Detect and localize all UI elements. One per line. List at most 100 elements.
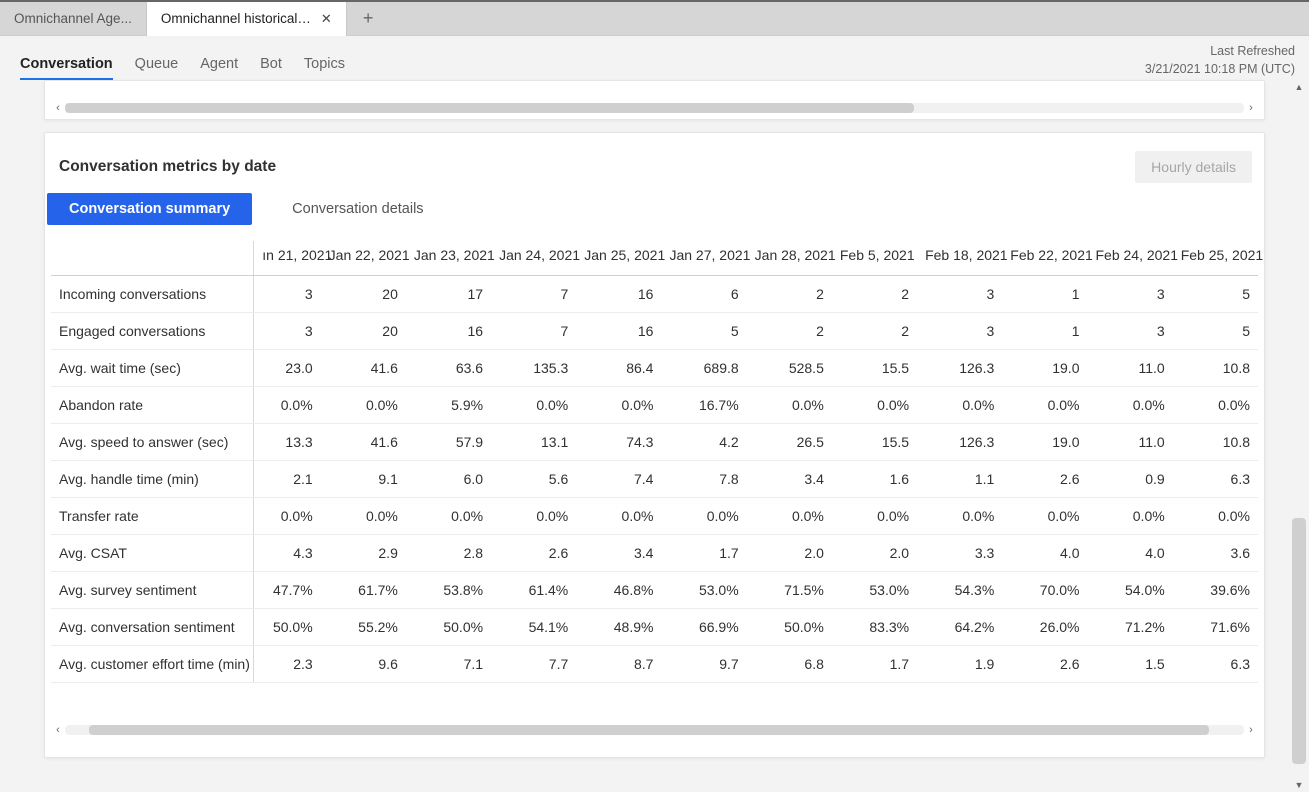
metric-value-cell: 0.0%: [321, 498, 406, 535]
upper-scroll-thumb[interactable]: [65, 103, 914, 113]
metric-value-cell: 3: [917, 276, 1002, 313]
metric-value-cell: 13.3: [254, 424, 321, 461]
metric-value-cell: 2.6: [1002, 646, 1087, 683]
subtab-bot[interactable]: Bot: [260, 50, 282, 80]
page-vscrollbar[interactable]: ▲ ▼: [1291, 80, 1307, 792]
metric-value-cell: 0.0%: [491, 498, 576, 535]
tab-omnichannel-historical[interactable]: Omnichannel historical an... ✕: [147, 2, 347, 36]
report-subbar: Conversation Queue Agent Bot Topics Last…: [0, 36, 1309, 80]
metric-value-cell: 1.5: [1087, 646, 1172, 683]
subtab-conversation[interactable]: Conversation: [20, 50, 113, 80]
metric-value-cell: 3: [1087, 313, 1172, 350]
metric-value-cell: 0.0%: [254, 387, 321, 424]
date-col-header: Feb 22, 2021: [1002, 241, 1087, 276]
metric-value-cell: 71.6%: [1173, 609, 1258, 646]
metric-value-cell: 0.0%: [1087, 498, 1172, 535]
metric-value-cell: 11.0: [1087, 424, 1172, 461]
date-col-header: Jan 23, 2021: [406, 241, 491, 276]
metric-value-cell: 3.4: [576, 535, 661, 572]
metric-value-cell: 5: [1173, 276, 1258, 313]
table-row: Transfer rate0.0%0.0%0.0%0.0%0.0%0.0%0.0…: [51, 498, 1258, 535]
hourly-details-button[interactable]: Hourly details: [1135, 151, 1252, 183]
scroll-right-icon[interactable]: ›: [1244, 102, 1258, 114]
table-scroll-track[interactable]: [65, 725, 1244, 735]
metric-value-cell: 2.1: [254, 461, 321, 498]
metric-value-cell: 0.0%: [917, 498, 1002, 535]
metric-value-cell: 39.6%: [1173, 572, 1258, 609]
metric-value-cell: 2: [747, 313, 832, 350]
date-col-header: Jan 22, 2021: [321, 241, 406, 276]
metric-value-cell: 2.0: [747, 535, 832, 572]
table-scroll-thumb[interactable]: [89, 725, 1209, 735]
table-row: Avg. CSAT4.32.92.82.63.41.72.02.03.34.04…: [51, 535, 1258, 572]
scroll-up-icon[interactable]: ▲: [1295, 80, 1304, 94]
metric-value-cell: 13.1: [491, 424, 576, 461]
metric-value-cell: 16: [576, 276, 661, 313]
metric-value-cell: 53.0%: [832, 572, 917, 609]
date-col-header: Jan 24, 2021: [491, 241, 576, 276]
metric-value-cell: 3: [254, 276, 321, 313]
metric-value-cell: 47.7%: [254, 572, 321, 609]
segment-conversation-summary[interactable]: Conversation summary: [47, 193, 252, 225]
subtab-agent[interactable]: Agent: [200, 50, 238, 80]
metric-value-cell: 0.0%: [576, 498, 661, 535]
date-col-header: Feb 5, 2021: [832, 241, 917, 276]
subtab-topics[interactable]: Topics: [304, 50, 345, 80]
metric-value-cell: 7.4: [576, 461, 661, 498]
scroll-left-icon[interactable]: ‹: [51, 724, 65, 736]
upper-scroll-track[interactable]: [65, 103, 1244, 113]
table-row: Avg. speed to answer (sec)13.341.657.913…: [51, 424, 1258, 461]
metric-value-cell: 26.5: [747, 424, 832, 461]
metric-value-cell: 61.4%: [491, 572, 576, 609]
vscroll-track[interactable]: [1292, 94, 1306, 778]
metric-value-cell: 10.8: [1173, 350, 1258, 387]
scroll-right-icon[interactable]: ›: [1244, 724, 1258, 736]
metric-value-cell: 6.3: [1173, 461, 1258, 498]
scroll-left-icon[interactable]: ‹: [51, 102, 65, 114]
table-row: Abandon rate0.0%0.0%5.9%0.0%0.0%16.7%0.0…: [51, 387, 1258, 424]
date-col-header: Jan 27, 2021: [661, 241, 746, 276]
metric-value-cell: 0.0%: [832, 387, 917, 424]
upper-hscrollbar[interactable]: ‹ ›: [51, 101, 1258, 115]
metric-value-cell: 0.0%: [254, 498, 321, 535]
metric-value-cell: 0.0%: [406, 498, 491, 535]
date-col-header: Jan 28, 2021: [747, 241, 832, 276]
last-refreshed: Last Refreshed 3/21/2021 10:18 PM (UTC): [1145, 43, 1295, 80]
metric-value-cell: 9.6: [321, 646, 406, 683]
metric-value-cell: 50.0%: [406, 609, 491, 646]
scroll-down-icon[interactable]: ▼: [1295, 778, 1304, 792]
last-refreshed-value: 3/21/2021 10:18 PM (UTC): [1145, 61, 1295, 79]
metric-value-cell: 2: [747, 276, 832, 313]
metric-value-cell: 2: [832, 313, 917, 350]
metric-value-cell: 1.6: [832, 461, 917, 498]
metric-value-cell: 0.9: [1087, 461, 1172, 498]
vscroll-thumb[interactable]: [1292, 518, 1306, 764]
table-hscrollbar[interactable]: ‹ ›: [51, 723, 1258, 737]
metric-value-cell: 3: [1087, 276, 1172, 313]
segment-conversation-details[interactable]: Conversation details: [270, 193, 445, 225]
metric-value-cell: 0.0%: [1173, 387, 1258, 424]
metric-value-cell: 7.7: [491, 646, 576, 683]
metric-value-cell: 10.8: [1173, 424, 1258, 461]
metric-value-cell: 26.0%: [1002, 609, 1087, 646]
date-col-header: ın 21, 2021: [254, 241, 321, 276]
metric-name-cell: Transfer rate: [51, 498, 254, 535]
metric-value-cell: 54.3%: [917, 572, 1002, 609]
metric-value-cell: 126.3: [917, 424, 1002, 461]
metric-value-cell: 57.9: [406, 424, 491, 461]
report-subtabs: Conversation Queue Agent Bot Topics: [20, 50, 345, 80]
metric-value-cell: 4.2: [661, 424, 746, 461]
metric-value-cell: 5.6: [491, 461, 576, 498]
metric-value-cell: 1.7: [832, 646, 917, 683]
metric-value-cell: 2.0: [832, 535, 917, 572]
metric-value-cell: 2.9: [321, 535, 406, 572]
metric-name-cell: Avg. handle time (min): [51, 461, 254, 498]
metric-value-cell: 41.6: [321, 424, 406, 461]
date-col-header: Feb 18, 2021: [917, 241, 1002, 276]
close-icon[interactable]: ✕: [321, 11, 332, 27]
subtab-queue[interactable]: Queue: [135, 50, 179, 80]
metric-value-cell: 53.8%: [406, 572, 491, 609]
metric-value-cell: 4.0: [1002, 535, 1087, 572]
tab-omnichannel-agent[interactable]: Omnichannel Age...: [0, 2, 147, 36]
add-tab-button[interactable]: +: [347, 2, 390, 36]
